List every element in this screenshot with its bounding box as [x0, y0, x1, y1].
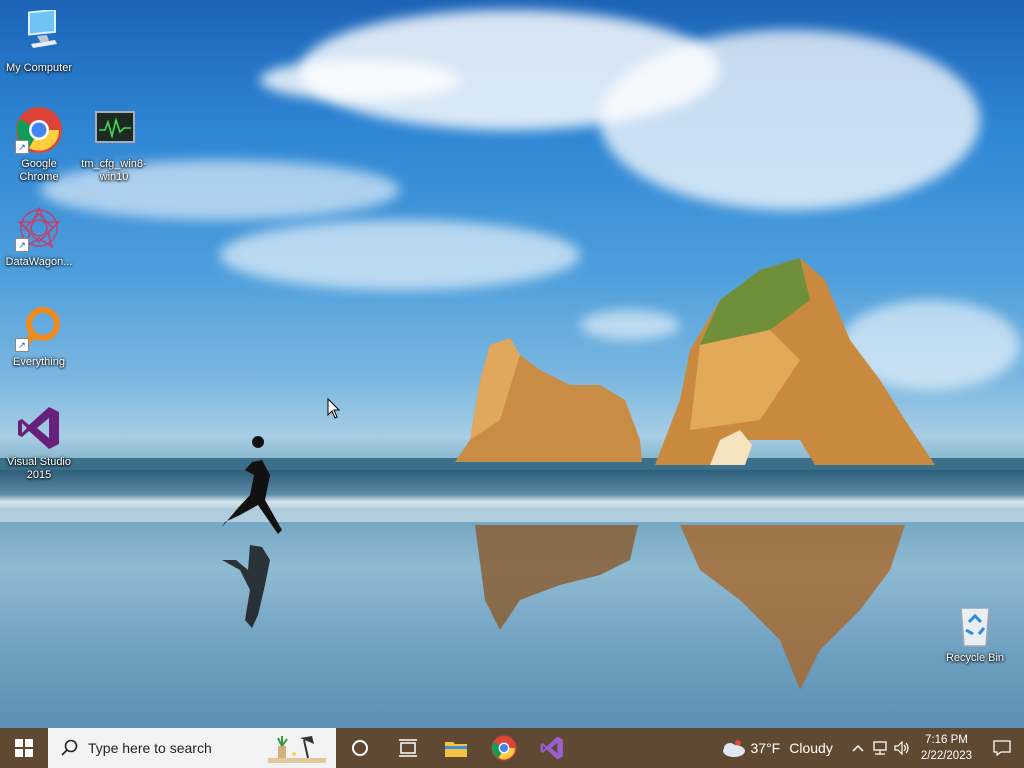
- desktop-icon-label: My Computer: [5, 62, 73, 74]
- system-tray: 37°F Cloudy 7:16 PM 2/22/2023: [720, 728, 1024, 768]
- desktop-icon-tm-cfg[interactable]: tm_cfg_win8- win10: [75, 106, 153, 184]
- shortcut-arrow-icon: ↗: [15, 238, 29, 252]
- desktop-icon-datawagon[interactable]: ↗ DataWagon...: [0, 204, 78, 269]
- everything-search-icon: ↗: [15, 304, 63, 352]
- task-view-icon: [399, 739, 417, 757]
- chrome-taskbar-button[interactable]: [480, 728, 528, 768]
- desktop-icon-recycle-bin[interactable]: Recycle Bin: [936, 600, 1014, 665]
- speaker-icon: [894, 741, 909, 755]
- desktop-icon-label: tm_cfg_win8- win10: [75, 158, 153, 184]
- task-view-button[interactable]: [384, 728, 432, 768]
- network-icon: [873, 741, 887, 755]
- desktop-icon-google-chrome[interactable]: ↗ Google Chrome: [0, 106, 78, 184]
- desktop-icon-my-computer[interactable]: My Computer: [0, 8, 78, 75]
- action-center-button[interactable]: [980, 740, 1024, 756]
- search-highlight-illustration-icon: [268, 736, 326, 763]
- recycle-bin-icon: [951, 600, 999, 648]
- clock-date: 2/22/2023: [920, 750, 972, 762]
- desktop-icon-label: Everything: [13, 356, 65, 368]
- label-line: win10: [99, 171, 129, 183]
- chevron-up-icon: [852, 744, 864, 752]
- desktop-icon-label: Google Chrome: [0, 158, 78, 184]
- chrome-icon: ↗: [15, 106, 63, 154]
- search-icon: [61, 739, 78, 756]
- visual-studio-icon: [540, 736, 563, 760]
- taskbar: Type here to search 37°F Cloudy 7:16 PM …: [0, 728, 1024, 768]
- desktop-wallpaper: My Computer ↗ Google Chrome tm_cfg_win8- w…: [0, 0, 1024, 728]
- desktop-icon-everything[interactable]: ↗ Everything: [0, 304, 78, 369]
- label-line: tm_cfg_win8-: [81, 158, 147, 170]
- shortcut-arrow-icon: ↗: [15, 140, 29, 154]
- monitor-icon: [90, 106, 138, 154]
- desktop-icon-visual-studio[interactable]: Visual Studio 2015: [0, 404, 78, 482]
- datawagon-icon: ↗: [15, 204, 63, 252]
- chrome-icon: [491, 735, 517, 761]
- file-explorer-button[interactable]: [432, 728, 480, 768]
- search-placeholder: Type here to search: [88, 740, 212, 756]
- cortana-icon: [352, 740, 368, 756]
- file-explorer-icon: [445, 742, 467, 757]
- desktop-icon-label: Visual Studio 2015: [0, 456, 78, 482]
- label-line: Chrome: [19, 171, 59, 183]
- notification-icon: [993, 740, 1011, 756]
- start-button[interactable]: [0, 728, 48, 768]
- label-line: Google: [21, 158, 57, 170]
- taskbar-clock[interactable]: 7:16 PM 2/22/2023: [913, 732, 980, 764]
- cloudy-weather-icon: [722, 740, 745, 757]
- desktop-icon-label: DataWagon...: [5, 256, 73, 268]
- visual-studio-taskbar-button[interactable]: [528, 728, 576, 768]
- cortana-button[interactable]: [336, 728, 384, 768]
- rock-formations: [222, 258, 935, 690]
- weather-condition: Cloudy: [789, 740, 833, 756]
- computer-icon: [15, 8, 63, 58]
- label-line: 2015: [26, 469, 52, 481]
- show-hidden-icons-button[interactable]: [847, 744, 869, 752]
- volume-button[interactable]: [891, 741, 913, 755]
- windows-logo-icon: [15, 739, 33, 757]
- label-line: Visual Studio: [6, 456, 71, 468]
- shortcut-arrow-icon: ↗: [15, 338, 29, 352]
- weather-temperature: 37°F: [750, 740, 781, 756]
- mouse-cursor-icon: [327, 398, 341, 419]
- clock-time: 7:16 PM: [925, 734, 968, 746]
- weather-widget[interactable]: 37°F Cloudy: [720, 738, 833, 758]
- visual-studio-icon: [15, 404, 63, 452]
- desktop-icon-label: Recycle Bin: [945, 652, 1005, 664]
- taskbar-search-box[interactable]: Type here to search: [48, 728, 336, 768]
- network-button[interactable]: [869, 741, 891, 755]
